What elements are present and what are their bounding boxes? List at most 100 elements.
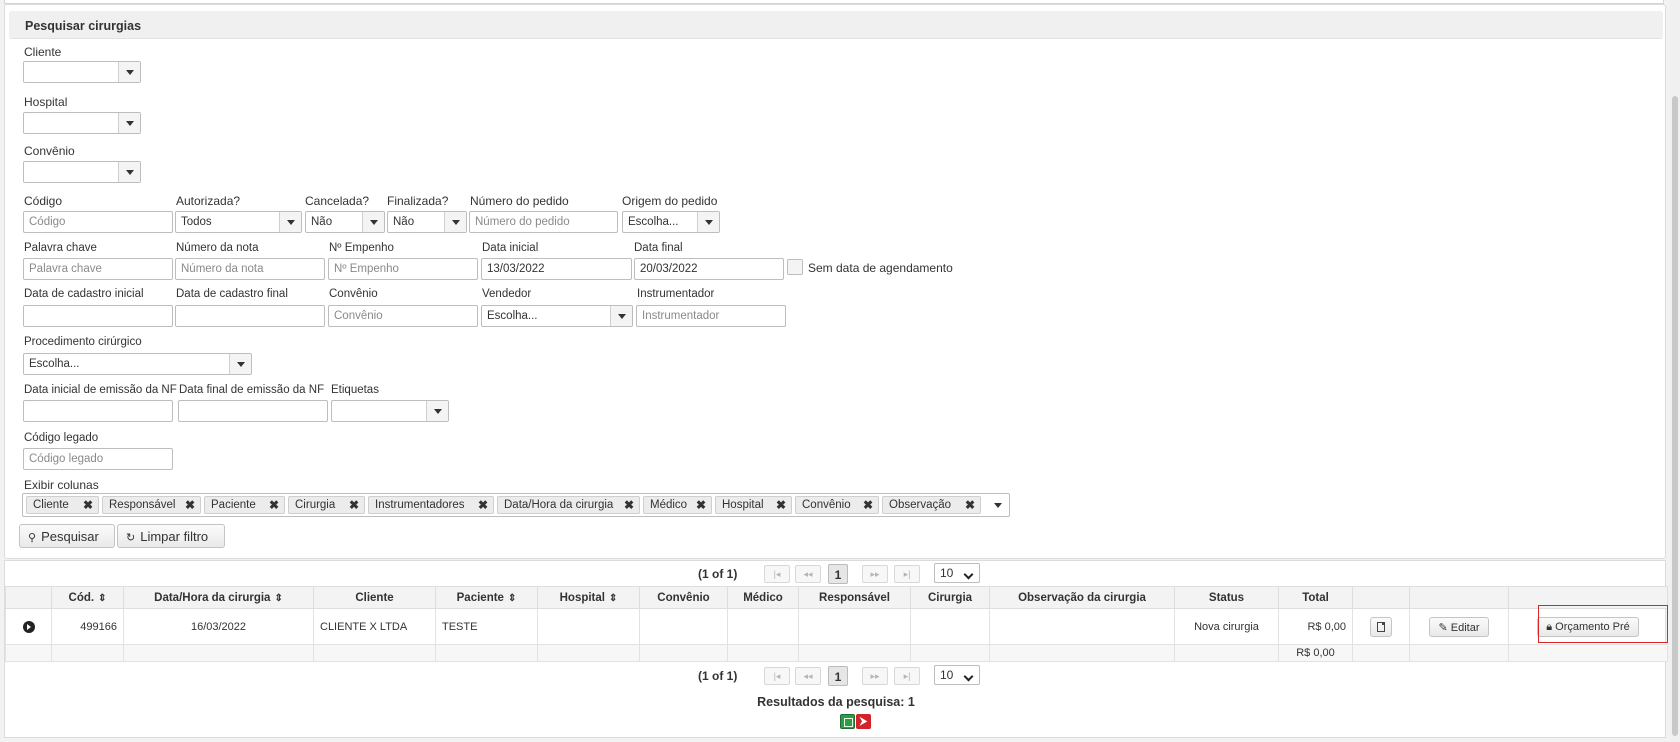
sort-icon: ⇕ <box>98 592 107 604</box>
rows-per-page-select[interactable]: 10 <box>934 665 980 685</box>
cliente-select[interactable] <box>23 61 141 83</box>
sort-icon: ⇕ <box>507 592 517 604</box>
numero-pedido-input[interactable] <box>469 211 618 233</box>
col-responsavel: Responsável <box>798 586 911 609</box>
finalizada-select[interactable]: Não <box>387 211 467 233</box>
cadastro-inicial-input[interactable] <box>23 305 173 327</box>
sort-icon: ⇕ <box>608 592 618 604</box>
pesquisar-button[interactable]: ⚲ Pesquisar <box>19 524 115 548</box>
pdf-export-icon[interactable]: ⮞ <box>856 714 871 729</box>
instrumentador-input[interactable] <box>636 305 786 327</box>
chip-convenio: Convênio ✖ <box>795 496 879 514</box>
autorizada-value: Todos <box>181 216 212 228</box>
origem-pedido-select[interactable]: Escolha... <box>622 211 720 233</box>
origem-pedido-label: Origem do pedido <box>622 194 718 208</box>
prev-page-button[interactable]: ◂◂ <box>795 565 821 583</box>
chevron-down-icon[interactable] <box>610 306 632 326</box>
remove-chip-icon[interactable]: ✖ <box>624 498 634 512</box>
remove-chip-icon[interactable]: ✖ <box>83 498 93 512</box>
hospital-select[interactable] <box>23 112 141 134</box>
excel-export-icon[interactable] <box>840 714 855 729</box>
col-convenio: Convênio <box>639 586 728 609</box>
procedimento-select[interactable]: Escolha... <box>23 353 252 375</box>
sort-icon: ⇕ <box>274 592 283 604</box>
chevron-down-icon[interactable] <box>426 401 448 421</box>
page-info: (1 of 1) <box>698 669 738 683</box>
col-status: Status <box>1174 586 1279 609</box>
remove-chip-icon[interactable]: ✖ <box>696 498 706 512</box>
remove-chip-icon[interactable]: ✖ <box>776 498 786 512</box>
panel-title: Pesquisar cirurgias <box>9 11 1663 39</box>
chevron-down-icon[interactable] <box>987 494 1009 516</box>
nf-final-input[interactable] <box>178 400 328 422</box>
first-page-button[interactable]: |◂ <box>764 565 790 583</box>
convenio-input[interactable] <box>328 305 478 327</box>
cell-responsavel <box>798 608 911 645</box>
numero-nota-input[interactable] <box>175 258 325 280</box>
next-page-button[interactable]: ▸▸ <box>862 565 888 583</box>
last-page-button[interactable]: ▸| <box>894 565 920 583</box>
cell-cirurgia <box>910 608 990 645</box>
chip-data-hora: Data/Hora da cirurgia ✖ <box>497 496 640 514</box>
chevron-down-icon[interactable] <box>444 212 466 232</box>
vendedor-select[interactable]: Escolha... <box>481 305 633 327</box>
palavra-chave-input[interactable] <box>23 258 173 280</box>
codigo-legado-input[interactable] <box>23 448 173 470</box>
chevron-down-icon[interactable] <box>118 162 140 182</box>
autorizada-label: Autorizada? <box>176 194 241 208</box>
table-header-row: Cód. ⇕ Data/Hora da cirurgia ⇕ Cliente Pac… <box>5 586 1668 609</box>
origem-pedido-value: Escolha... <box>628 216 679 228</box>
sem-data-checkbox[interactable] <box>787 259 803 275</box>
remove-chip-icon[interactable]: ✖ <box>863 498 873 512</box>
col-paciente[interactable]: Paciente ⇕ <box>435 586 538 609</box>
scrollbar-thumb[interactable] <box>1672 96 1678 736</box>
table-row: 499166 16/03/2022 CLIENTE X LTDA TESTE N… <box>5 608 1668 645</box>
col-cod[interactable]: Cód. ⇕ <box>51 586 124 609</box>
nf-inicial-input[interactable] <box>23 400 173 422</box>
rows-per-page-select[interactable]: 10 <box>934 563 980 583</box>
chevron-down-icon[interactable] <box>229 354 251 374</box>
cliente-label: Cliente <box>24 45 62 59</box>
page-1-button[interactable]: 1 <box>828 564 848 584</box>
col-hospital[interactable]: Hospital ⇕ <box>537 586 640 609</box>
chevron-down-icon[interactable] <box>279 212 301 232</box>
chevron-down-icon[interactable] <box>697 212 719 232</box>
chevron-down-icon[interactable] <box>118 113 140 133</box>
page-1-button[interactable]: 1 <box>828 666 848 686</box>
cell-hospital <box>537 608 640 645</box>
results-panel: (1 of 1) |◂ ◂◂ 1 ▸▸ ▸| 10 Cód. ⇕ Data/Hor… <box>4 560 1668 738</box>
etiquetas-select[interactable] <box>331 400 449 422</box>
convenio-label: Convênio <box>329 288 378 300</box>
data-final-input[interactable] <box>634 258 784 280</box>
numero-nota-label: Número da nota <box>176 242 259 254</box>
remove-chip-icon[interactable]: ✖ <box>185 498 195 512</box>
col-data-hora[interactable]: Data/Hora da cirurgia ⇕ <box>123 586 314 609</box>
exibir-colunas-multiselect[interactable]: Cliente ✖ Responsável ✖ Paciente ✖ Cirurgia… <box>22 493 1010 517</box>
scrollbar[interactable] <box>1670 0 1680 742</box>
editar-button[interactable]: ✎ Editar <box>1429 616 1489 637</box>
page-info: (1 of 1) <box>698 567 738 581</box>
convenio-top-select[interactable] <box>23 161 141 183</box>
remove-chip-icon[interactable]: ✖ <box>965 498 975 512</box>
remove-chip-icon[interactable]: ✖ <box>478 498 488 512</box>
remove-chip-icon[interactable]: ✖ <box>349 498 359 512</box>
chip-cliente: Cliente ✖ <box>26 496 99 514</box>
chevron-down-icon[interactable] <box>118 62 140 82</box>
expand-row-icon[interactable] <box>22 620 35 633</box>
cadastro-final-input[interactable] <box>175 305 325 327</box>
data-inicial-input[interactable] <box>481 258 632 280</box>
limpar-filtro-button[interactable]: ↻ Limpar filtro <box>117 524 225 548</box>
cell-data-hora: 16/03/2022 <box>123 608 314 645</box>
document-icon <box>1377 621 1385 632</box>
last-page-button[interactable]: ▸| <box>894 667 920 685</box>
autorizada-select[interactable]: Todos <box>175 211 302 233</box>
codigo-input[interactable] <box>23 211 173 233</box>
first-page-button[interactable]: |◂ <box>764 667 790 685</box>
remove-chip-icon[interactable]: ✖ <box>269 498 279 512</box>
next-page-button[interactable]: ▸▸ <box>862 667 888 685</box>
chevron-down-icon[interactable] <box>362 212 384 232</box>
empenho-input[interactable] <box>328 258 478 280</box>
prev-page-button[interactable]: ◂◂ <box>795 667 821 685</box>
cancelada-select[interactable]: Não <box>305 211 385 233</box>
document-button[interactable] <box>1370 616 1392 637</box>
